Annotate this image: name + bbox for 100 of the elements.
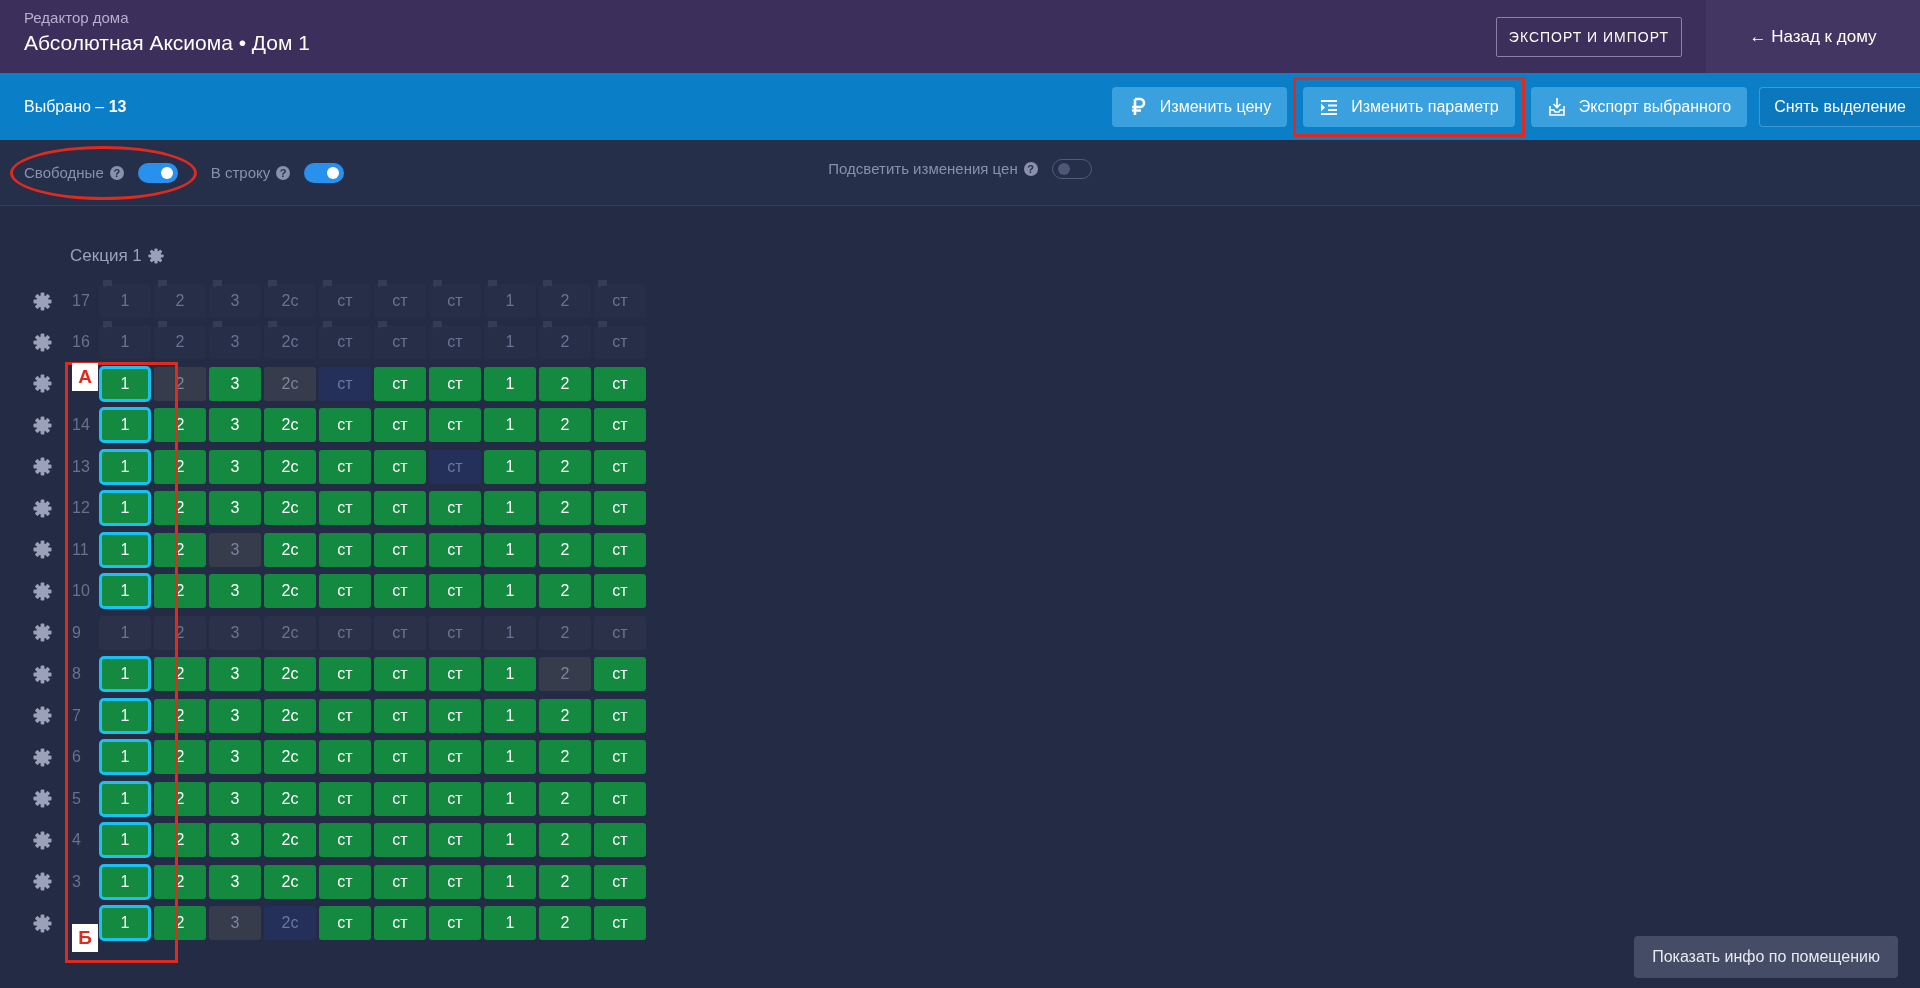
apartment-cell[interactable]: ст: [374, 781, 426, 816]
apartment-cell[interactable]: 3: [209, 532, 261, 567]
apartment-cell[interactable]: 1: [99, 822, 151, 859]
settings-icon[interactable]: [33, 498, 52, 518]
apartment-cell[interactable]: ст: [594, 366, 646, 401]
settings-icon[interactable]: [33, 374, 52, 394]
apartment-cell[interactable]: ст: [594, 781, 646, 816]
settings-icon[interactable]: [33, 830, 52, 850]
apartment-cell[interactable]: ст: [594, 657, 646, 692]
apartment-cell[interactable]: 2с: [264, 491, 316, 526]
apartment-cell[interactable]: ст: [374, 740, 426, 775]
apartment-cell[interactable]: 3: [209, 657, 261, 692]
apartment-cell[interactable]: 1: [99, 490, 151, 527]
apartment-cell[interactable]: 2с: [264, 615, 316, 650]
apartment-cell[interactable]: ст: [319, 864, 371, 899]
apartment-cell[interactable]: 1: [484, 491, 536, 526]
apartment-cell[interactable]: ст: [429, 740, 481, 775]
apartment-cell[interactable]: 2с: [264, 906, 316, 941]
settings-icon[interactable]: [33, 789, 52, 809]
action-button[interactable]: Экспорт выбранного: [1530, 86, 1748, 127]
help-icon[interactable]: ?: [1023, 161, 1038, 176]
apartment-cell[interactable]: ст: [429, 532, 481, 567]
apartment-cell[interactable]: ст: [429, 698, 481, 733]
apartment-cell[interactable]: ст: [319, 781, 371, 816]
apartment-cell[interactable]: ст: [594, 491, 646, 526]
apartment-cell[interactable]: 2: [539, 532, 591, 567]
apartment-cell[interactable]: ст: [594, 574, 646, 609]
apartment-cell[interactable]: 1: [484, 615, 536, 650]
apartment-cell[interactable]: 2: [539, 698, 591, 733]
settings-icon[interactable]: [33, 581, 52, 601]
apartment-cell[interactable]: ст: [374, 864, 426, 899]
apartment-cell[interactable]: 1: [99, 656, 151, 693]
apartment-cell[interactable]: ст: [374, 615, 426, 650]
apartment-cell[interactable]: 2с: [264, 574, 316, 609]
apartment-cell[interactable]: ст: [319, 532, 371, 567]
apartment-cell[interactable]: 2: [539, 615, 591, 650]
apartment-cell[interactable]: ст: [374, 698, 426, 733]
apartment-cell[interactable]: 1: [99, 407, 151, 444]
apartment-cell[interactable]: 1: [99, 615, 151, 650]
settings-icon[interactable]: [33, 457, 52, 477]
apartment-cell[interactable]: ст: [319, 906, 371, 941]
apartment-cell[interactable]: 2с: [264, 823, 316, 858]
apartment-cell[interactable]: 2: [539, 864, 591, 899]
apartment-cell[interactable]: ст: [319, 366, 371, 401]
apartment-cell[interactable]: 3: [209, 615, 261, 650]
apartment-cell[interactable]: 2: [539, 574, 591, 609]
apartment-cell[interactable]: 3: [209, 823, 261, 858]
apartment-cell[interactable]: 1: [484, 906, 536, 941]
apartment-cell[interactable]: ст: [429, 615, 481, 650]
apartment-cell[interactable]: ст: [319, 615, 371, 650]
settings-icon[interactable]: [33, 872, 52, 892]
apartment-cell[interactable]: 2: [539, 449, 591, 484]
apartment-cell[interactable]: 2с: [264, 532, 316, 567]
apartment-cell[interactable]: ст: [374, 532, 426, 567]
apartment-cell[interactable]: 3: [209, 864, 261, 899]
apartment-cell[interactable]: 2с: [264, 781, 316, 816]
apartment-cell[interactable]: ст: [374, 491, 426, 526]
settings-icon[interactable]: [33, 332, 52, 352]
apartment-cell[interactable]: 3: [209, 740, 261, 775]
apartment-cell[interactable]: 2с: [264, 408, 316, 443]
apartment-cell[interactable]: ст: [429, 449, 481, 484]
export-import-button[interactable]: ЭКСПОРТ И ИМПОРТ: [1495, 16, 1682, 57]
apartment-cell[interactable]: 1: [99, 780, 151, 817]
settings-icon[interactable]: [33, 706, 52, 726]
apartment-cell[interactable]: 1: [484, 532, 536, 567]
apartment-cell[interactable]: ст: [594, 698, 646, 733]
apartment-cell[interactable]: 1: [484, 366, 536, 401]
apartment-cell[interactable]: ст: [374, 408, 426, 443]
apartment-cell[interactable]: ст: [319, 823, 371, 858]
apartment-cell[interactable]: 3: [209, 366, 261, 401]
apartment-cell[interactable]: 1: [99, 448, 151, 485]
settings-icon[interactable]: [33, 415, 52, 435]
show-info-button[interactable]: Показать инфо по помещению: [1634, 936, 1898, 978]
apartment-cell[interactable]: ст: [594, 823, 646, 858]
apartment-cell[interactable]: 3: [209, 698, 261, 733]
apartment-cell[interactable]: 1: [484, 740, 536, 775]
apartment-cell[interactable]: 3: [209, 491, 261, 526]
settings-icon[interactable]: [33, 623, 52, 643]
apartment-cell[interactable]: 1: [484, 781, 536, 816]
toggle-switch[interactable]: [137, 162, 178, 183]
apartment-cell[interactable]: 1: [484, 574, 536, 609]
apartment-cell[interactable]: ст: [429, 864, 481, 899]
apartment-cell[interactable]: 1: [484, 864, 536, 899]
apartment-cell[interactable]: ст: [429, 408, 481, 443]
apartment-cell[interactable]: ст: [429, 823, 481, 858]
apartment-cell[interactable]: 1: [484, 408, 536, 443]
apartment-cell[interactable]: 1: [99, 863, 151, 900]
apartment-cell[interactable]: ст: [594, 906, 646, 941]
apartment-cell[interactable]: ст: [594, 615, 646, 650]
settings-icon[interactable]: [33, 747, 52, 767]
apartment-cell[interactable]: ст: [429, 574, 481, 609]
settings-icon[interactable]: [147, 248, 164, 264]
apartment-cell[interactable]: 2: [539, 366, 591, 401]
apartment-cell[interactable]: 2с: [264, 698, 316, 733]
apartment-cell[interactable]: ст: [594, 449, 646, 484]
help-icon[interactable]: ?: [109, 165, 124, 180]
apartment-cell[interactable]: ст: [319, 408, 371, 443]
apartment-cell[interactable]: ст: [374, 823, 426, 858]
apartment-cell[interactable]: ст: [429, 906, 481, 941]
apartment-cell[interactable]: 2с: [264, 864, 316, 899]
